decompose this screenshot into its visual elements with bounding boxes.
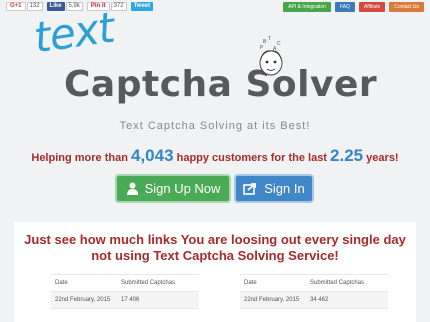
tweet-label: Tweet [130,2,154,11]
sign-up-label: Sign Up Now [144,181,221,196]
panel-title: Just see how much links You are loosing … [24,232,406,263]
header-captchas: Submitted Captchas [121,280,176,286]
logo-letter: P [260,45,264,51]
cell-captchas: 34 462 [310,297,329,303]
logo-letter: B [263,39,267,45]
google-plus-label: G+1 [6,2,26,11]
table-row: 22nd February, 2015 17 406 [51,292,199,309]
stats-table-right: Date Submitted Captchas 22nd February, 2… [240,274,388,309]
table-header-row: Date Submitted Captchas [51,274,199,292]
header-captchas: Submitted Captchas [310,280,365,286]
tagline: Text Captcha Solving at its Best! [119,120,311,132]
sign-in-button[interactable]: Sign In [236,176,312,201]
stats-panel: Just see how much links You are loosing … [14,222,416,322]
nav-api-integration[interactable]: API & Integration [283,2,331,12]
pinterest-count: 372 [110,2,127,11]
stats-table-left: Date Submitted Captchas 22nd February, 2… [51,274,199,309]
cell-date: 22nd February, 2015 [55,297,111,303]
nav-affiliate[interactable]: Affiliate [358,2,386,12]
customers-count: 4,043 [131,146,174,165]
header-date: Date [244,280,257,286]
customers-suffix: years! [363,152,399,164]
cell-captchas: 17 406 [121,297,140,303]
share-arrow-icon [243,183,257,195]
top-nav: API & Integration FAQ Affiliate Contact … [283,2,424,12]
years-count: 2.25 [330,146,364,165]
customers-middle: happy customers for the last [173,152,331,164]
google-plus-button[interactable]: G+1 132 [6,2,43,11]
table-row: 22nd February, 2015 34 462 [240,292,388,309]
sign-in-label: Sign In [264,181,305,196]
nav-faq[interactable]: FAQ [334,2,355,12]
tweet-button[interactable]: Tweet [130,2,154,11]
user-icon [126,182,138,195]
header-date: Date [55,280,68,286]
sign-up-button[interactable]: Sign Up Now [117,176,229,201]
nav-contact-us[interactable]: Contact Us [389,2,424,12]
logo-face-icon: B T P C A [259,36,283,76]
customers-prefix: Helping more than [31,152,131,164]
cell-date: 22nd February, 2015 [244,297,300,303]
logo-letter: C [277,41,281,47]
logo-text-small: text [30,2,117,63]
logo-letter: T [268,36,271,42]
table-header-row: Date Submitted Captchas [240,274,388,292]
google-plus-count: 132 [26,2,43,11]
logo-title: Captcha Solver [64,64,378,105]
customers-stat: Helping more than 4,043 happy customers … [0,146,430,166]
